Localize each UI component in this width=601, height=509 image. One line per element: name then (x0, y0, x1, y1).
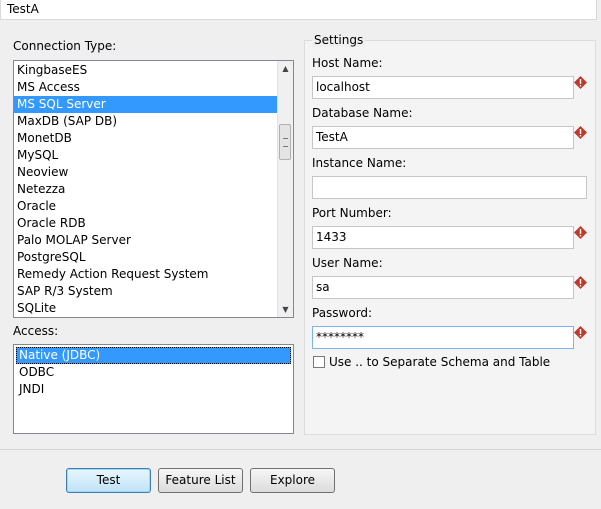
required-field-warning-icon (574, 326, 587, 339)
required-field-warning-icon (574, 126, 587, 139)
list-item[interactable]: PostgreSQL (14, 249, 278, 266)
database-name-label: Database Name: (312, 106, 413, 120)
list-item[interactable]: JNDI (16, 381, 291, 398)
required-field-warning-icon (574, 276, 587, 289)
instance-name-label: Instance Name: (312, 156, 407, 170)
port-number-label: Port Number: (312, 206, 392, 220)
password-label: Password: (312, 306, 373, 320)
list-item[interactable]: KingbaseES (14, 62, 278, 79)
list-item[interactable]: Remedy Action Request System (14, 266, 278, 283)
scroll-down-icon[interactable]: ▼ (278, 302, 293, 317)
list-item[interactable]: MonetDB (14, 130, 278, 147)
list-item[interactable]: SAP R/3 System (14, 283, 278, 300)
list-item[interactable]: Palo MOLAP Server (14, 232, 278, 249)
host-name-input[interactable]: localhost (312, 76, 574, 99)
port-number-input[interactable]: 1433 (312, 226, 574, 249)
test-button[interactable]: Test (66, 468, 151, 493)
instance-name-input[interactable] (312, 176, 587, 199)
bottom-divider (0, 449, 601, 450)
required-field-warning-icon (574, 76, 587, 89)
access-list[interactable]: Native (JDBC) ODBC JNDI (13, 344, 294, 434)
connection-type-list[interactable]: KingbaseES MS Access MS SQL Server MaxDB (S… (13, 60, 294, 318)
access-items: Native (JDBC) ODBC JNDI (16, 347, 291, 398)
user-name-label: User Name: (312, 256, 383, 270)
list-item[interactable]: SQLite (14, 300, 278, 317)
list-item[interactable]: MaxDB (SAP DB) (14, 113, 278, 130)
list-item[interactable]: Native (JDBC) (16, 347, 291, 364)
list-item[interactable]: Oracle (14, 198, 278, 215)
separate-schema-label: Use .. to Separate Schema and Table (329, 355, 551, 369)
password-input[interactable]: ******** (312, 326, 574, 349)
connection-type-items: KingbaseES MS Access MS SQL Server MaxDB (S… (14, 62, 278, 317)
access-label: Access: (13, 324, 59, 338)
scrollbar-thumb[interactable] (279, 124, 291, 160)
list-item[interactable]: ODBC (16, 364, 291, 381)
list-item[interactable]: Oracle RDB (14, 215, 278, 232)
required-field-warning-icon (574, 226, 587, 239)
feature-list-button[interactable]: Feature List (158, 468, 243, 493)
list-item[interactable]: MS SQL Server (14, 96, 278, 113)
list-item[interactable]: MySQL (14, 147, 278, 164)
settings-title: Settings (312, 33, 366, 47)
database-name-input[interactable]: TestA (312, 126, 574, 149)
connection-type-scrollbar[interactable]: ▲ ▼ (277, 61, 293, 317)
host-name-label: Host Name: (312, 56, 383, 70)
list-item[interactable]: Netezza (14, 181, 278, 198)
separate-schema-checkbox[interactable] (313, 356, 325, 368)
user-name-input[interactable]: sa (312, 276, 574, 299)
connection-type-label: Connection Type: (13, 39, 117, 53)
list-item[interactable]: MS Access (14, 79, 278, 96)
connection-name-field[interactable]: TestA (0, 0, 597, 20)
explore-button[interactable]: Explore (250, 468, 335, 493)
list-item[interactable]: Neoview (14, 164, 278, 181)
scroll-up-icon[interactable]: ▲ (278, 61, 293, 76)
